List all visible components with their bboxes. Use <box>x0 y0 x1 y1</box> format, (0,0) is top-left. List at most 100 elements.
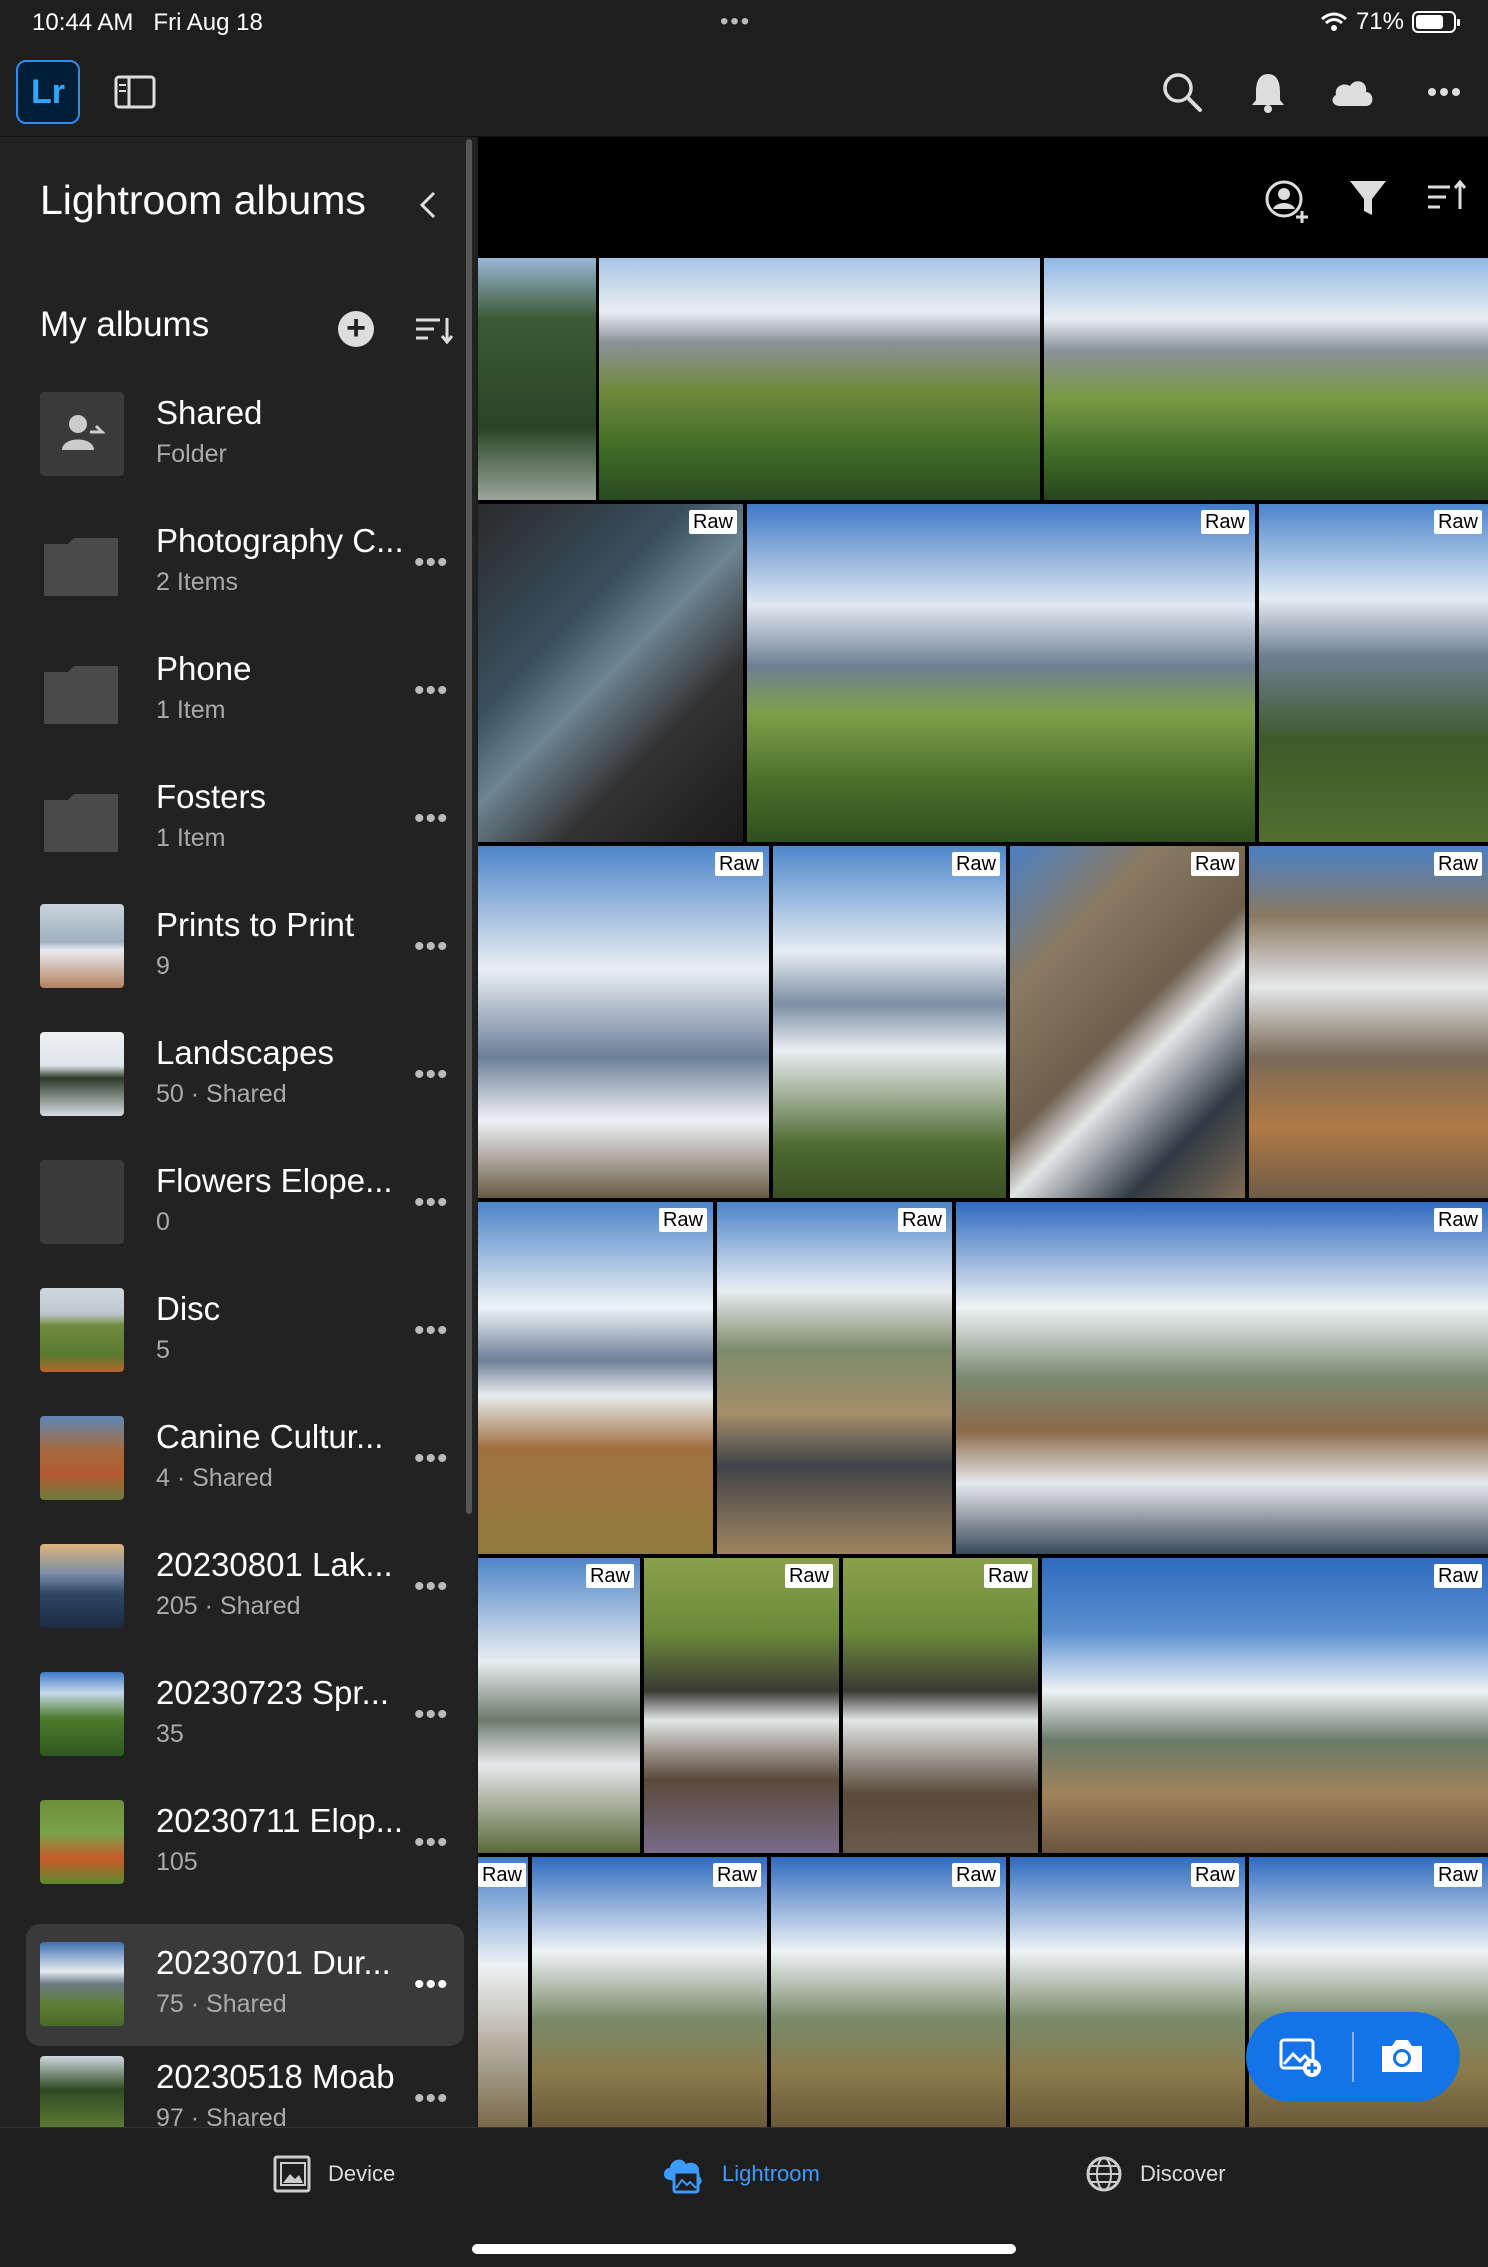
sort-icon[interactable] <box>414 315 454 350</box>
more-icon[interactable]: ••• <box>414 1442 449 1476</box>
more-icon[interactable]: ••• <box>414 1698 449 1732</box>
status-right: 71% <box>1320 8 1460 36</box>
photo-thumbnail[interactable]: Raw <box>773 846 1006 1198</box>
album-disc[interactable]: Disc 5 ••• <box>26 1270 464 1392</box>
album-phone[interactable]: Phone 1 Item ••• <box>26 630 464 752</box>
album-name: Photography C... <box>156 522 404 559</box>
photo-thumbnail[interactable]: Raw <box>478 1202 713 1554</box>
album-20230723[interactable]: 20230723 Spr... 35 ••• <box>26 1654 464 1776</box>
filter-icon[interactable] <box>1348 177 1388 226</box>
lightroom-cloud-icon <box>664 2159 702 2194</box>
add-person-icon[interactable] <box>1264 177 1312 230</box>
raw-badge: Raw <box>658 1208 707 1232</box>
sort-icon[interactable] <box>1426 177 1470 222</box>
album-name: Prints to Print <box>156 906 355 943</box>
add-photo-icon[interactable] <box>1278 2034 1324 2085</box>
more-icon[interactable]: ••• <box>414 1826 449 1860</box>
more-icon[interactable]: ••• <box>414 674 449 708</box>
album-sub: 75 · Shared <box>156 1990 287 2018</box>
tab-discover[interactable]: Discover <box>1084 2154 1226 2194</box>
album-landscapes[interactable]: Landscapes 50 · Shared ••• <box>26 1014 464 1136</box>
tab-device[interactable]: Device <box>272 2154 395 2194</box>
album-20230711[interactable]: 20230711 Elop... 105 ••• <box>26 1782 464 1904</box>
album-photography[interactable]: Photography C... 2 Items ••• <box>26 502 464 624</box>
battery-percent: 71% <box>1355 8 1404 35</box>
photo-thumbnail[interactable]: Raw <box>1259 504 1488 842</box>
photo-thumbnail[interactable]: Raw <box>717 1202 952 1554</box>
album-20230518[interactable]: 20230518 Moab 97 · Shared ••• <box>26 2038 464 2127</box>
album-name: 20230701 Dur... <box>156 1944 391 1981</box>
raw-badge: Raw <box>1190 1863 1239 1887</box>
chevron-left-icon[interactable] <box>418 189 438 226</box>
photo-thumbnail[interactable]: Raw <box>532 1857 767 2127</box>
add-album-button[interactable]: + <box>338 311 374 347</box>
photo-thumbnail[interactable]: Raw <box>478 1857 528 2127</box>
raw-badge: Raw <box>1433 1863 1482 1887</box>
photo-thumbnail[interactable]: Raw <box>478 504 743 842</box>
bell-icon[interactable] <box>1248 70 1288 114</box>
more-icon[interactable]: ••• <box>414 1570 449 1604</box>
album-name: Landscapes <box>156 1034 334 1071</box>
cloud-icon[interactable] <box>1328 74 1376 110</box>
photo-thumbnail[interactable]: Raw <box>771 1857 1006 2127</box>
album-sub: 1 Item <box>156 696 226 724</box>
photo-thumbnail[interactable]: Raw <box>1010 846 1245 1198</box>
album-shared[interactable]: Shared Folder <box>26 374 464 496</box>
more-icon[interactable]: ••• <box>414 802 449 836</box>
photo-thumbnail[interactable] <box>1044 258 1488 500</box>
more-icon[interactable]: ••• <box>414 1968 449 2002</box>
lightroom-logo[interactable]: Lr <box>16 60 80 124</box>
photo-thumbnail[interactable]: Raw <box>478 1558 640 1853</box>
photo-thumbnail[interactable]: Raw <box>1249 846 1488 1198</box>
raw-badge: Raw <box>688 510 737 534</box>
home-indicator[interactable] <box>472 2244 1016 2254</box>
multitask-dots-icon[interactable]: ••• <box>720 8 751 36</box>
album-thumbnail <box>40 1288 124 1372</box>
album-fosters[interactable]: Fosters 1 Item ••• <box>26 758 464 880</box>
album-prints[interactable]: Prints to Print 9 ••• <box>26 886 464 1008</box>
album-name: 20230801 Lak... <box>156 1546 393 1583</box>
more-icon[interactable]: ••• <box>414 2082 449 2116</box>
album-name: Disc <box>156 1290 221 1327</box>
camera-icon[interactable] <box>1378 2036 1426 2081</box>
fab-divider <box>1352 2032 1354 2082</box>
sidebar-title: Lightroom albums <box>40 177 366 223</box>
raw-badge: Raw <box>784 1564 833 1588</box>
album-20230701-selected[interactable]: 20230701 Dur... 75 · Shared ••• <box>26 1924 464 2046</box>
album-name: Flowers Elope... <box>156 1162 393 1199</box>
album-sub: 97 · Shared <box>156 2104 287 2127</box>
album-thumbnail <box>40 1672 124 1756</box>
album-flowers[interactable]: Flowers Elope... 0 ••• <box>26 1142 464 1264</box>
photo-thumbnail[interactable]: Raw <box>843 1558 1038 1853</box>
photo-thumbnail[interactable] <box>599 258 1040 500</box>
album-thumbnail <box>40 1800 124 1884</box>
raw-badge: Raw <box>1433 1564 1482 1588</box>
album-thumbnail <box>40 904 124 988</box>
tab-lightroom[interactable]: Lightroom <box>660 2154 820 2194</box>
raw-badge: Raw <box>951 852 1000 876</box>
album-canine[interactable]: Canine Cultur... 4 · Shared ••• <box>26 1398 464 1520</box>
folder-icon <box>44 538 118 596</box>
raw-badge: Raw <box>1190 852 1239 876</box>
album-sub: 105 <box>156 1848 198 1876</box>
more-icon[interactable]: ••• <box>414 1186 449 1220</box>
photo-thumbnail[interactable]: Raw <box>956 1202 1488 1554</box>
photo-thumbnail[interactable]: Raw <box>478 846 769 1198</box>
photo-thumbnail[interactable]: Raw <box>1010 1857 1245 2127</box>
album-name: 20230711 Elop... <box>156 1802 404 1839</box>
more-icon[interactable]: ••• <box>414 1058 449 1092</box>
photo-thumbnail[interactable]: Raw <box>747 504 1255 842</box>
photo-thumbnail[interactable]: Raw <box>644 1558 839 1853</box>
album-thumbnail <box>40 2056 124 2127</box>
more-icon[interactable]: ••• <box>414 546 449 580</box>
sidebar-scrollbar[interactable] <box>466 139 472 1514</box>
search-icon[interactable] <box>1160 70 1204 114</box>
raw-badge: Raw <box>585 1564 634 1588</box>
more-icon[interactable] <box>1424 74 1464 110</box>
photo-thumbnail[interactable] <box>478 258 596 500</box>
sidebar-toggle-icon[interactable] <box>114 74 156 110</box>
more-icon[interactable]: ••• <box>414 930 449 964</box>
photo-thumbnail[interactable]: Raw <box>1042 1558 1488 1853</box>
more-icon[interactable]: ••• <box>414 1314 449 1348</box>
album-20230801[interactable]: 20230801 Lak... 205 · Shared ••• <box>26 1526 464 1648</box>
